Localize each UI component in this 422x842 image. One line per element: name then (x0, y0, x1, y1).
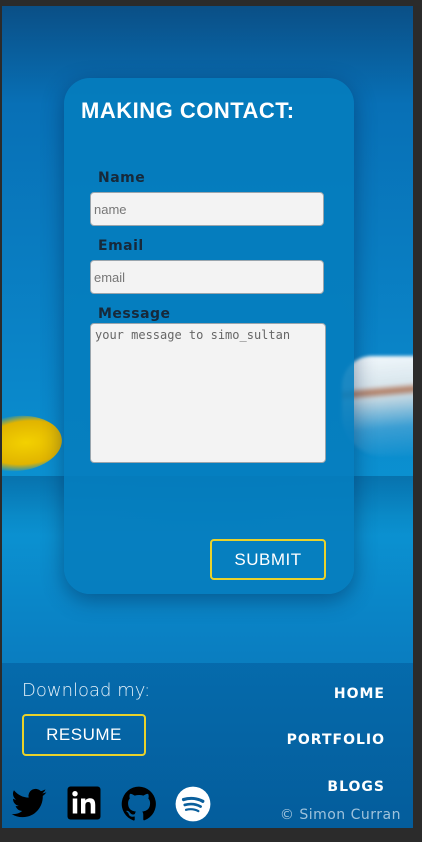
nav-link-blogs[interactable]: BLOGS (327, 779, 385, 795)
twitter-icon[interactable] (10, 785, 48, 823)
nav-link-portfolio[interactable]: PORTFOLIO (287, 732, 385, 748)
download-label: Download my: (22, 680, 151, 701)
name-label: Name (98, 170, 146, 186)
contact-title: MAKING CONTACT: (81, 98, 295, 123)
submit-button[interactable]: SUBMIT (210, 539, 326, 580)
contact-form-card: MAKING CONTACT: Name Email Message SUBMI… (64, 78, 354, 594)
background-decoration-yellow (2, 411, 65, 476)
email-input[interactable] (90, 260, 324, 294)
page-viewport: MAKING CONTACT: Name Email Message SUBMI… (2, 6, 413, 828)
name-input[interactable] (90, 192, 324, 226)
spotify-icon[interactable] (174, 785, 212, 823)
linkedin-icon[interactable] (66, 785, 104, 823)
github-icon[interactable] (120, 785, 158, 823)
site-footer: Download my: RESUME HOME PORTFOLIO BLOGS (2, 663, 413, 828)
message-label: Message (98, 306, 171, 322)
nav-link-home[interactable]: HOME (334, 686, 385, 702)
resume-button[interactable]: RESUME (22, 714, 146, 756)
copyright-text: © Simon Curran (279, 807, 401, 823)
message-textarea[interactable] (90, 323, 326, 463)
email-label: Email (98, 238, 144, 254)
